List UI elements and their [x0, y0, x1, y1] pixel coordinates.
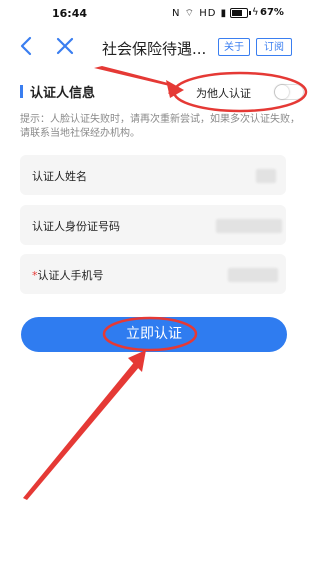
phone-field[interactable]: *认证人手机号 — [20, 254, 286, 294]
about-button[interactable]: 关于 — [218, 38, 250, 56]
close-icon — [56, 37, 74, 55]
name-field[interactable]: 认证人姓名 — [20, 155, 286, 195]
id-number-field[interactable]: 认证人身份证号码 — [20, 205, 286, 245]
section-header: 认证人信息 为他人认证 — [20, 82, 305, 106]
phone-label-text: 认证人手机号 — [37, 269, 104, 282]
toggle-knob — [275, 85, 289, 99]
page-title: 社会保险待遇... — [102, 40, 207, 58]
battery-percent: 67% — [260, 7, 284, 18]
redacted-value — [256, 169, 276, 183]
certify-others-toggle[interactable] — [274, 84, 304, 100]
redacted-value — [228, 268, 278, 282]
name-field-label: 认证人姓名 — [32, 170, 87, 183]
back-button[interactable] — [16, 34, 38, 58]
toggle-label: 为他人认证 — [196, 87, 251, 100]
subscribe-button[interactable]: 订阅 — [256, 38, 292, 56]
status-time: 16:44 — [52, 7, 88, 20]
status-bar: 16:44 N ⌔ HD ▮ ϟ 67% — [0, 0, 320, 26]
charging-icon: ϟ — [252, 7, 259, 18]
id-number-field-label: 认证人身份证号码 — [32, 220, 120, 233]
section-title: 认证人信息 — [30, 86, 96, 101]
battery-icon — [230, 8, 251, 18]
redacted-value — [216, 219, 282, 233]
nav-bar: 社会保险待遇... 关于 订阅 — [0, 30, 320, 66]
chevron-left-icon — [20, 36, 32, 56]
hint-text: 提示：人脸认证失败时，请再次重新尝试，如果多次认证失败，请联系当地社保经办机构。 — [20, 114, 300, 139]
section-accent-bar — [20, 85, 23, 98]
close-button[interactable] — [54, 34, 76, 58]
phone-field-label: *认证人手机号 — [32, 267, 104, 283]
annotation-arrow-submit — [23, 360, 140, 500]
status-indicators: N ⌔ HD ▮ — [172, 8, 228, 19]
verify-now-button[interactable]: 立即认证 — [21, 317, 287, 352]
